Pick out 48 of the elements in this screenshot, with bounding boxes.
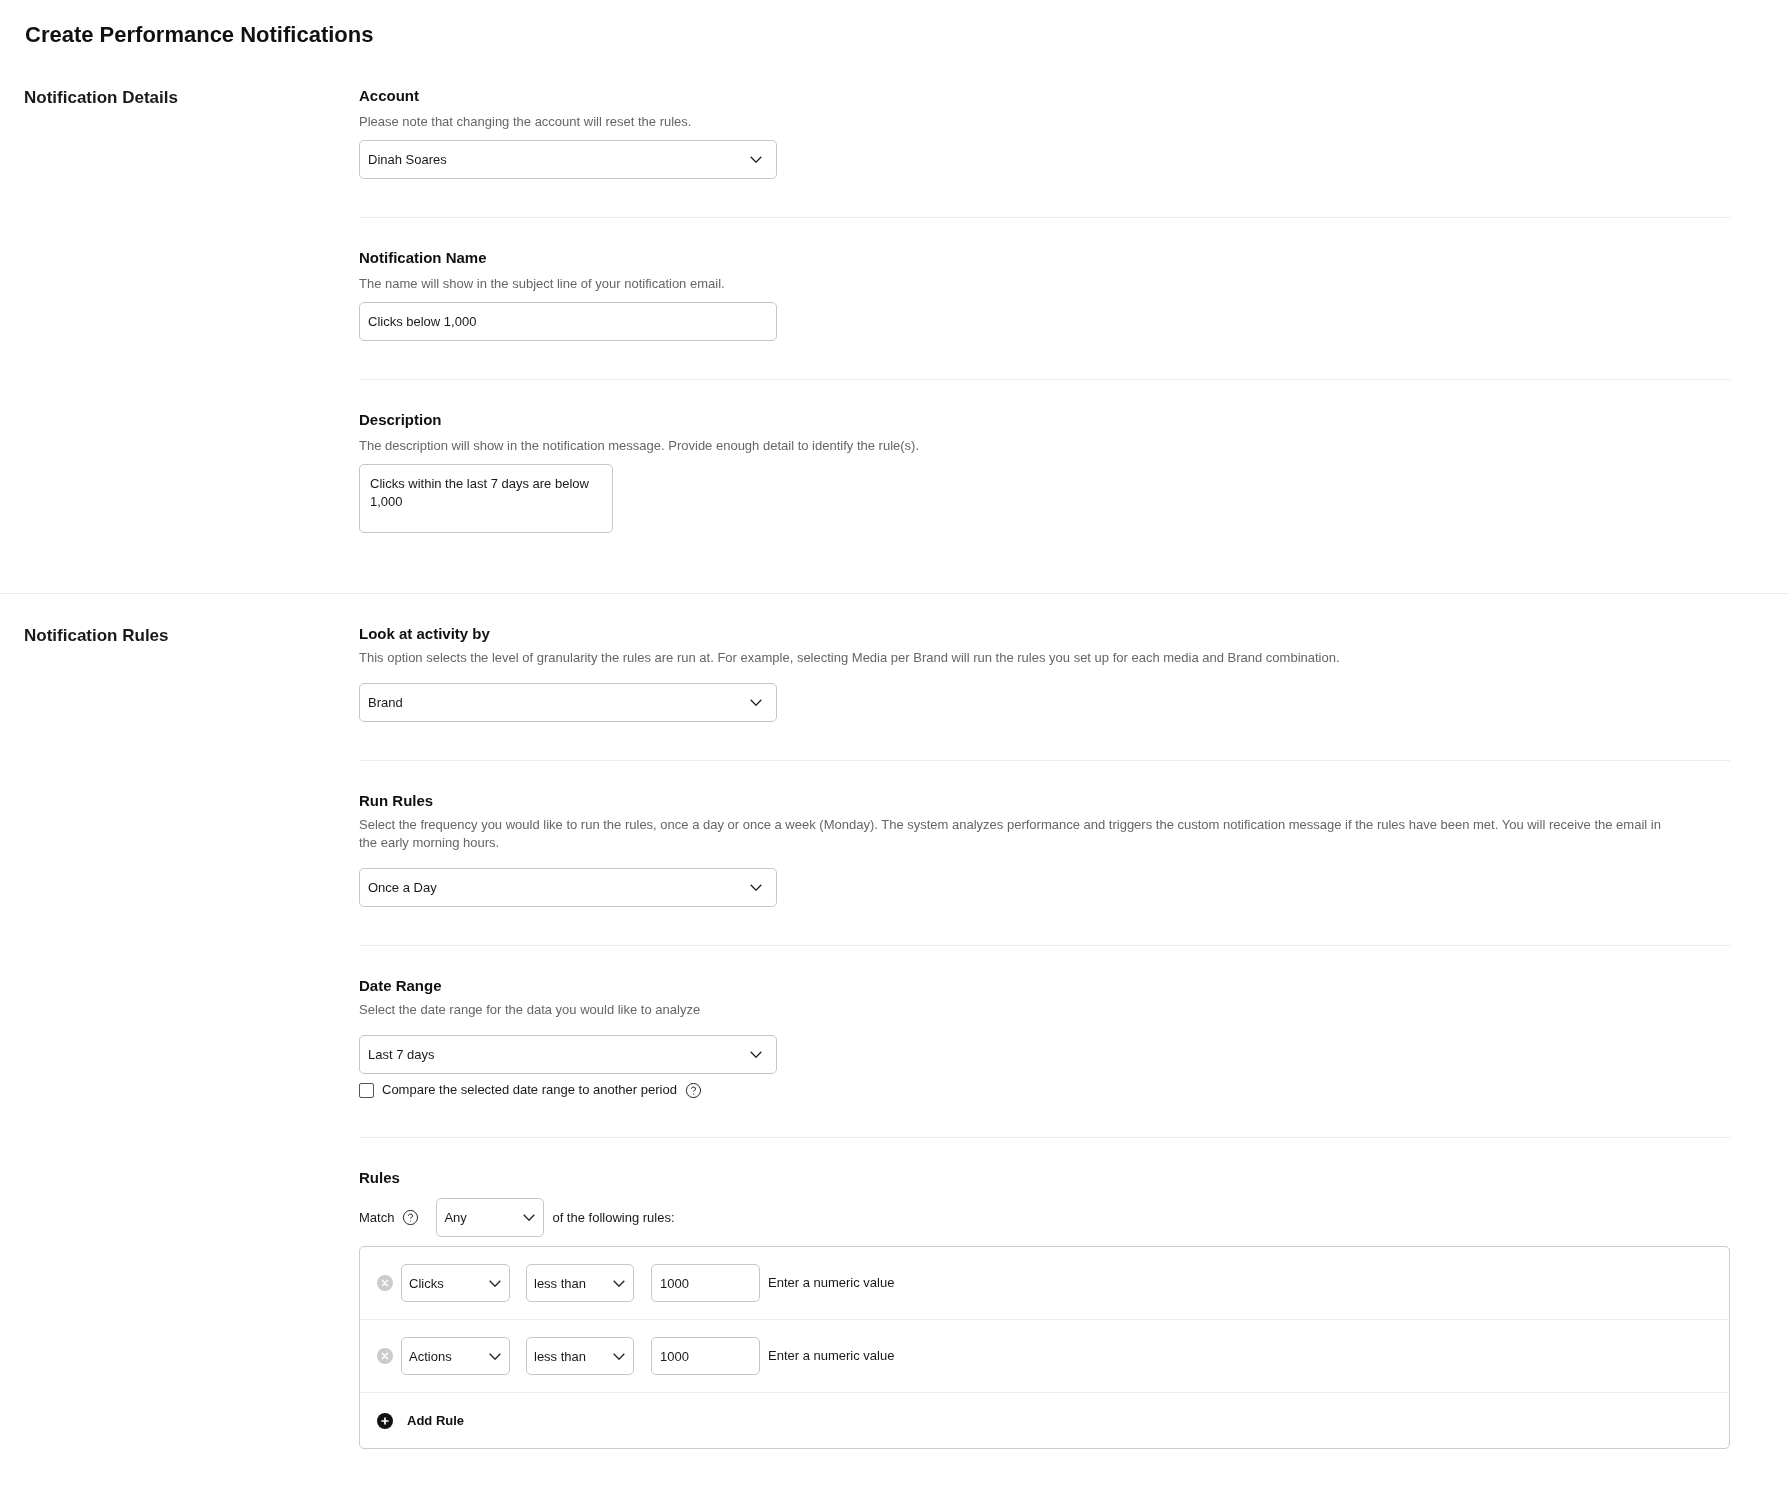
dropdown[interactable]: Dinah Soares: [359, 140, 777, 179]
chevron-down-icon: [613, 1352, 625, 1360]
checkbox-label: Compare the selected date range to another period: [382, 1081, 677, 1099]
add-rule-button[interactable]: Add Rule: [377, 1411, 465, 1430]
chevron-down-icon: [750, 156, 762, 163]
chevron-down-icon: [750, 699, 762, 706]
dropdown[interactable]: Brand: [359, 683, 777, 722]
field-label: Account: [359, 86, 419, 106]
value-input[interactable]: 1000: [651, 1264, 760, 1302]
text-area[interactable]: Clicks within the last 7 days are below 1,000: [359, 464, 613, 533]
chevron-down-icon: [613, 1279, 625, 1287]
plus-circle-icon: [377, 1412, 393, 1429]
chevron-down-icon: [489, 1279, 501, 1287]
dropdown[interactable]: Once a Day: [359, 868, 777, 907]
value-input[interactable]: 1000: [651, 1337, 760, 1375]
chevron-down-icon: [750, 884, 762, 891]
field-label: Rules: [359, 1168, 400, 1188]
page-title: Create Performance Notifications: [25, 21, 374, 49]
chevron-down-icon: [523, 1214, 536, 1221]
field-label: Run Rules: [359, 791, 434, 811]
field-label: Notification Name: [359, 248, 487, 268]
section-heading: Notification Rules: [24, 625, 169, 647]
field-label: Date Range: [359, 976, 442, 996]
hint-text: Enter a numeric value: [768, 1347, 895, 1365]
checkbox[interactable]: [359, 1082, 374, 1098]
help-text: Select the date range for the data you would like to analyze: [359, 1001, 701, 1019]
dropdown[interactable]: less than: [526, 1264, 634, 1302]
field-label: Look at activity by: [359, 624, 490, 644]
dropdown[interactable]: Any: [436, 1198, 545, 1237]
dropdown[interactable]: Last 7 days: [359, 1035, 777, 1074]
help-text: The description will show in the notification message. Provide enough detail to identify the rule(s).: [359, 437, 920, 455]
section-heading: Notification Details: [24, 87, 178, 109]
help-text: This option selects the level of granularity the rules are run at. For example, selecting Media per Brand will run the rules you set up for each media and Brand combination.: [359, 649, 1340, 667]
dropdown[interactable]: Clicks: [401, 1264, 510, 1302]
help-icon[interactable]: [684, 1081, 702, 1099]
dropdown[interactable]: Actions: [401, 1337, 510, 1375]
hint-text: Enter a numeric value: [768, 1274, 895, 1292]
help-text: Select the frequency you would like to run the rules, once a day or once a week (Monday). The system analyzes performance and triggers the custom notification message if the rules have been met. You will receive the email in the early morning hours.: [359, 816, 1662, 852]
help-text: Please note that changing the account will reset the rules.: [359, 113, 692, 131]
text-input[interactable]: Clicks below 1,000: [359, 302, 777, 341]
help-text: The name will show in the subject line of your notification email.: [359, 275, 725, 293]
dropdown[interactable]: less than: [526, 1337, 634, 1375]
help-icon[interactable]: [402, 1209, 420, 1226]
field-label: Description: [359, 410, 442, 430]
match-suffix: of the following rules:: [552, 1208, 675, 1227]
match-label: Match: [359, 1208, 395, 1227]
chevron-down-icon: [489, 1352, 501, 1360]
chevron-down-icon: [750, 1051, 762, 1058]
